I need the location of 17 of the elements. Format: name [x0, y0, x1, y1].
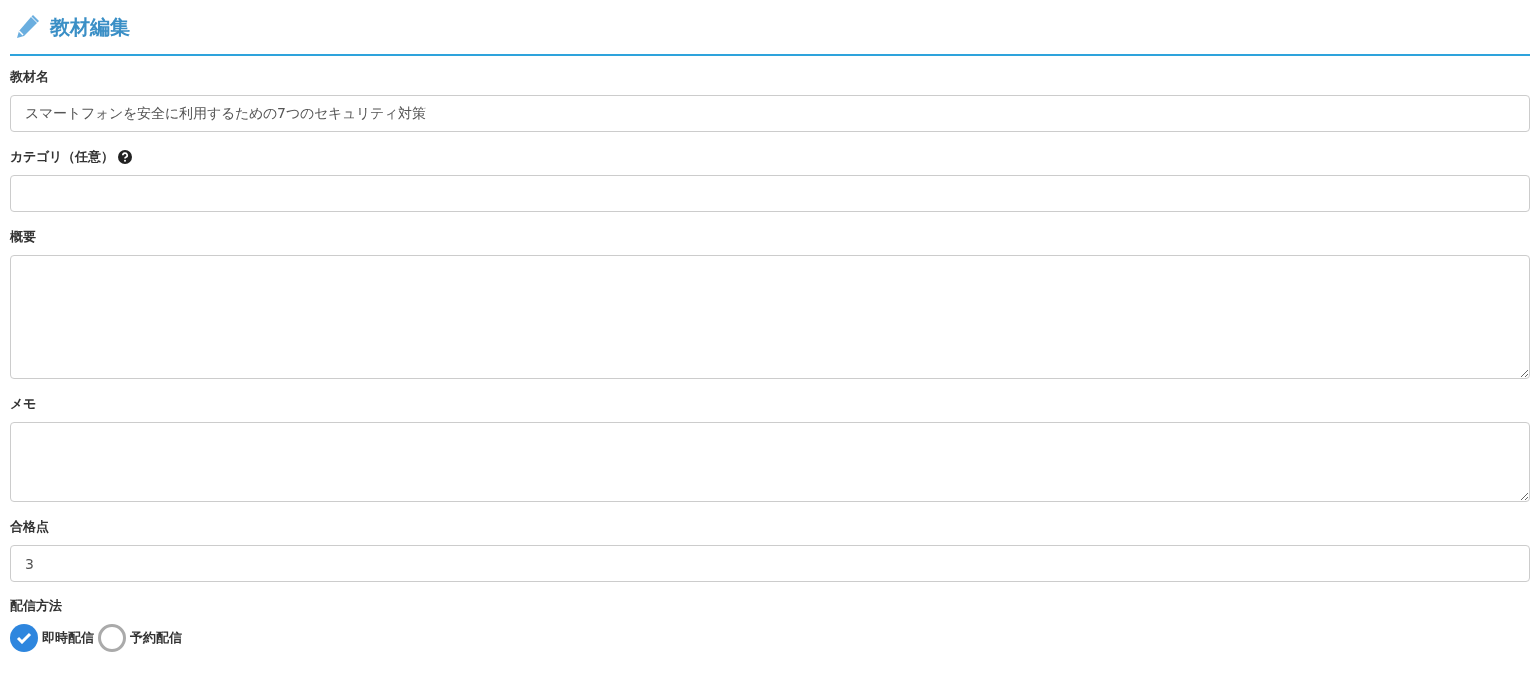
field-label: 概要	[10, 228, 36, 246]
help-icon[interactable]	[118, 150, 132, 164]
field-label: 教材名	[10, 68, 49, 86]
field-label: カテゴリ（任意）	[10, 148, 114, 166]
radio-checked-icon[interactable]	[10, 624, 38, 652]
field-label: メモ	[10, 395, 36, 413]
text-field[interactable]	[10, 175, 1530, 212]
radio-label[interactable]: 予約配信	[130, 629, 182, 647]
radio-icon[interactable]	[98, 624, 126, 652]
text-field[interactable]: 3	[10, 545, 1530, 582]
page-title: 教材編集	[50, 13, 130, 41]
radio-label[interactable]: 即時配信	[42, 629, 94, 647]
field-label: 配信方法	[10, 597, 63, 615]
pencil-icon	[14, 14, 40, 40]
field-label: 合格点	[10, 518, 49, 536]
text-field[interactable]: スマートフォンを安全に利用するための7つのセキュリティ対策	[10, 95, 1530, 132]
text-area[interactable]	[10, 422, 1530, 502]
